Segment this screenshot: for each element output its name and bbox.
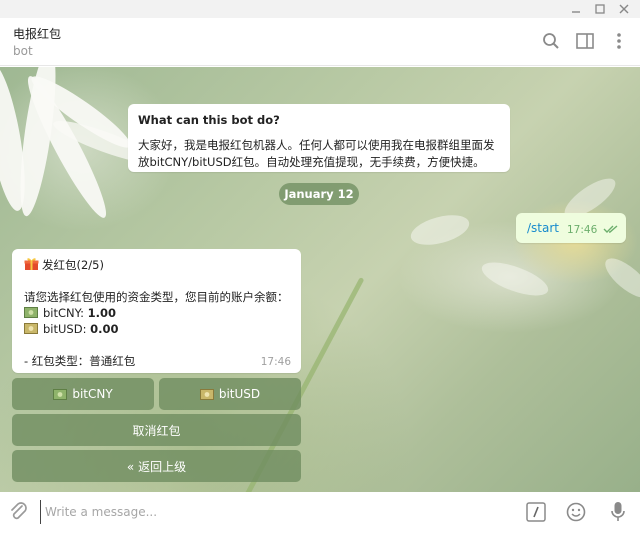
double-check-icon: [603, 225, 618, 233]
chat-title[interactable]: 电报红包: [13, 25, 61, 42]
header-actions: [540, 28, 630, 54]
close-icon: [619, 4, 629, 14]
bot-message-heading: 发红包(2/5): [42, 258, 104, 272]
banknote-icon: [53, 388, 68, 400]
message-input[interactable]: [40, 500, 510, 524]
smile-icon: [566, 502, 586, 522]
microphone-icon: [611, 502, 625, 521]
window-controls: [566, 0, 634, 18]
emoji-button[interactable]: [565, 501, 587, 523]
cancel-packet-button[interactable]: 取消红包: [12, 414, 301, 446]
bot-intro-title: What can this bot do?: [138, 113, 280, 127]
chat-subtitle: bot: [13, 44, 33, 58]
bitusd-button-label: bitUSD: [218, 387, 261, 401]
bot-command-link[interactable]: /start: [527, 221, 559, 235]
paperclip-icon: [11, 502, 27, 520]
balance-label: bitUSD:: [43, 322, 91, 336]
close-button[interactable]: [614, 0, 634, 18]
message-time: 17:46: [260, 356, 291, 368]
outgoing-message[interactable]: /start 17:46: [516, 213, 626, 243]
more-button[interactable]: [608, 28, 630, 54]
bot-intro-text: 大家好，我是电报红包机器人。任何人都可以使用我在电报群组里面发 放bitCNY/…: [138, 137, 500, 171]
back-button[interactable]: « 返回上级: [12, 450, 301, 482]
wallpaper-petal: [478, 255, 552, 303]
chat-header: 电报红包 bot: [0, 18, 640, 66]
balance-label: bitCNY:: [43, 306, 88, 320]
wallpaper-petal: [407, 209, 473, 251]
minimize-icon: [572, 11, 580, 13]
bot-message-heading-row: 发红包(2/5): [24, 257, 289, 273]
balance-value: 1.00: [87, 306, 117, 320]
bot-message-prompt: 请您选择红包使用的资金类型，您目前的账户余额：: [24, 290, 289, 304]
bitcny-button-label: bitCNY: [72, 387, 113, 401]
sidebar-toggle-button[interactable]: [574, 28, 596, 54]
window-titlebar: [0, 0, 640, 18]
slash-command-icon: [526, 502, 546, 522]
bitusd-button[interactable]: bitUSD: [159, 378, 301, 410]
date-divider: January 12: [279, 183, 359, 205]
more-vertical-icon: [617, 33, 621, 49]
balance-row-bitcny: bitCNY: 1.00: [24, 305, 289, 321]
chat-history[interactable]: What can this bot do? 大家好，我是电报红包机器人。任何人都…: [0, 67, 640, 492]
sidebar-toggle-icon: [576, 33, 594, 49]
maximize-button[interactable]: [590, 0, 610, 18]
bitcny-button[interactable]: bitCNY: [12, 378, 154, 410]
voice-record-button[interactable]: [607, 501, 629, 523]
minimize-button[interactable]: [566, 0, 586, 18]
balance-row-bitusd: bitUSD: 0.00: [24, 321, 289, 337]
banknote-icon: [24, 307, 38, 318]
wallpaper-petal: [599, 251, 640, 305]
gift-icon: [24, 258, 39, 270]
search-button[interactable]: [540, 28, 562, 54]
packet-type-line: - 红包类型：普通红包: [24, 354, 136, 368]
message-time: 17:46: [567, 224, 598, 236]
bot-intro-line: 放bitCNY/bitUSD红包。自动处理充值提现，无手续费，方便快捷。: [138, 155, 485, 169]
search-icon: [543, 33, 559, 49]
maximize-icon: [595, 4, 605, 14]
bot-intro-line: 大家好，我是电报红包机器人。任何人都可以使用我在电报群组里面发: [138, 138, 495, 152]
banknote-icon: [199, 388, 214, 400]
balance-value: 0.00: [90, 322, 119, 336]
bot-commands-button[interactable]: [525, 501, 547, 523]
bot-intro-card: What can this bot do? 大家好，我是电报红包机器人。任何人都…: [128, 104, 510, 172]
attach-button[interactable]: [8, 501, 30, 523]
message-composer: [0, 492, 640, 533]
bot-message: 发红包(2/5) 请您选择红包使用的资金类型，您目前的账户余额： bitCNY:…: [12, 249, 301, 373]
banknote-icon: [24, 323, 38, 334]
